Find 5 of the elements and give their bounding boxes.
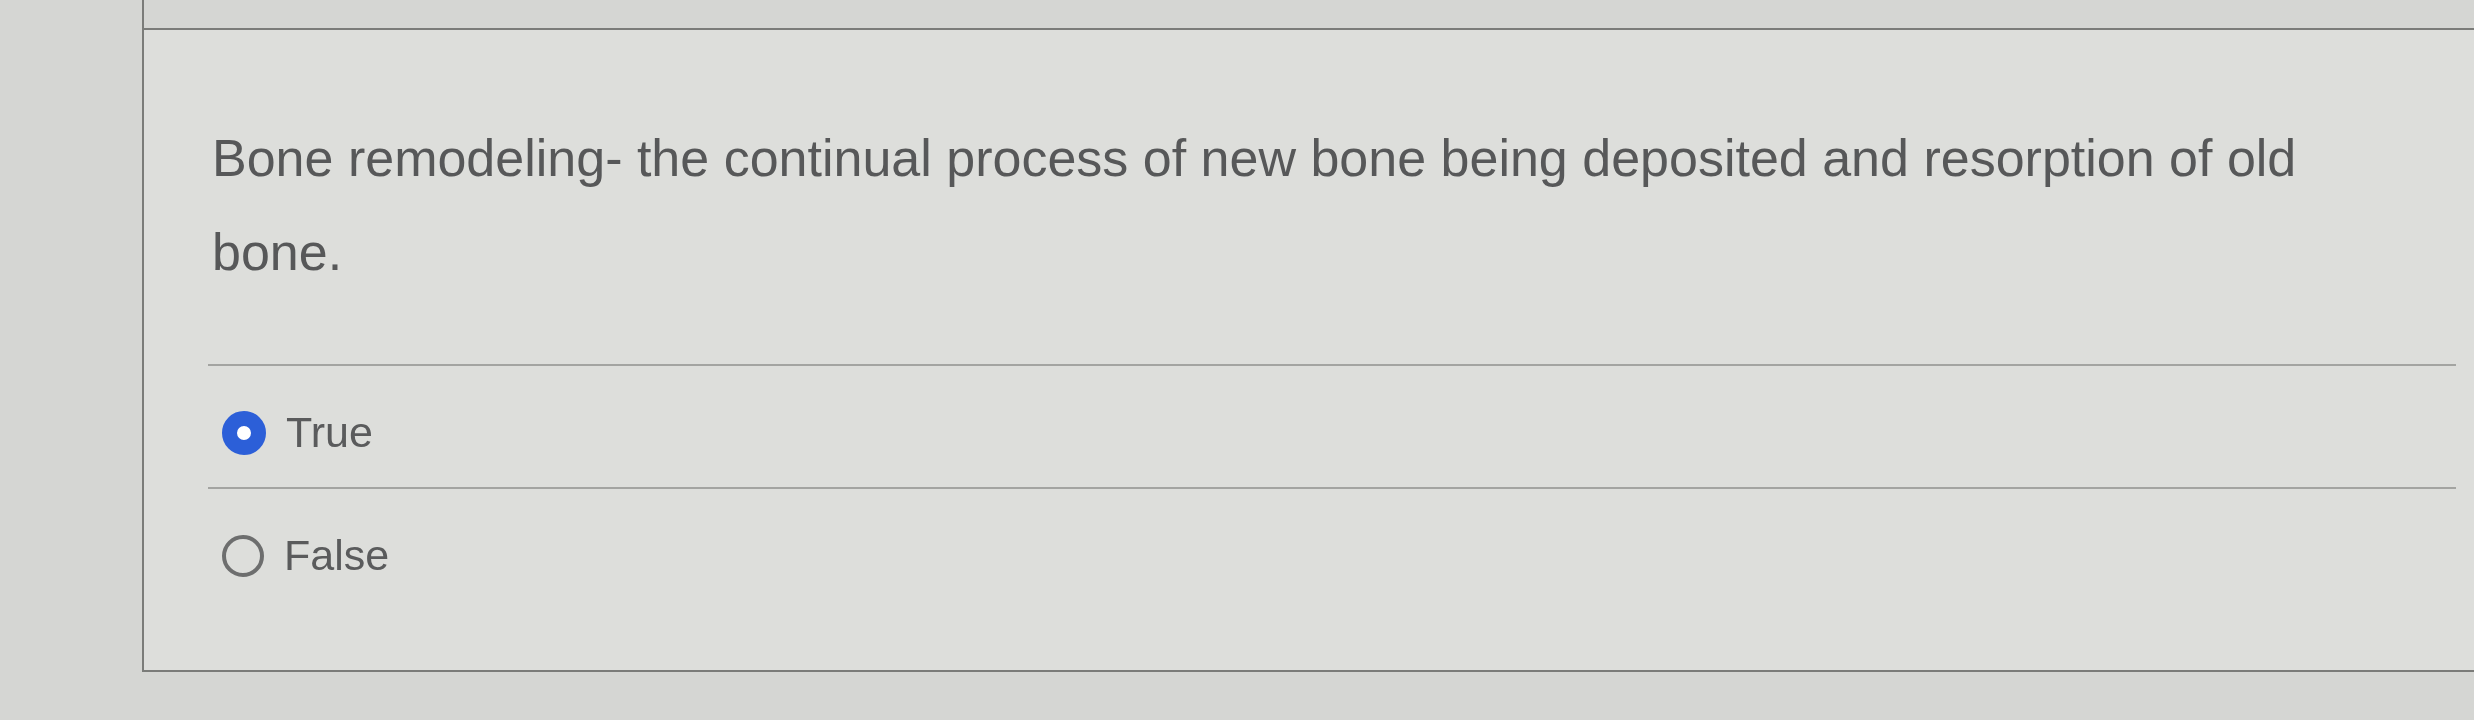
radio-button[interactable]	[222, 410, 266, 455]
option-label[interactable]: False	[284, 529, 390, 582]
radio-button[interactable]	[222, 534, 264, 577]
option-label[interactable]: True	[286, 406, 373, 459]
question-text: Bone remodeling- the continual process of new bone being deposited and resorption of old bone.	[212, 128, 2298, 283]
